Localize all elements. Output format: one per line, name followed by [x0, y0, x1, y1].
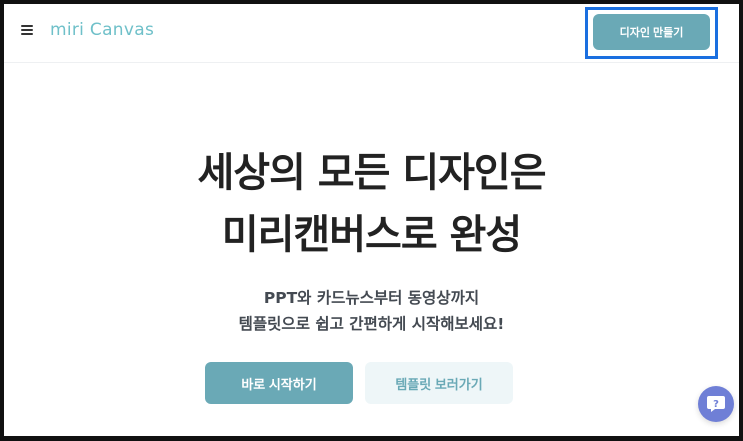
- hamburger-menu-icon[interactable]: [21, 25, 33, 35]
- logo-text: miri Canvas: [50, 20, 155, 40]
- view-templates-button[interactable]: 템플릿 보러가기: [365, 362, 513, 404]
- hero-subtitle-line-2: 템플릿으로 쉽고 간편하게 시작해보세요!: [238, 315, 505, 333]
- miricanvas-logo[interactable]: miri Canvas: [50, 19, 154, 41]
- help-question-icon: ?: [707, 396, 725, 412]
- svg-text:?: ?: [713, 399, 719, 410]
- hero-title-line-1: 세상의 모든 디자인은: [197, 150, 546, 196]
- hero-title-line-2: 미리캔버스로 완성: [221, 212, 522, 258]
- app-window: miri Canvas 디자인 만들기 세상의 모든 디자인은 미리캔버스로 완…: [0, 0, 743, 441]
- start-now-button[interactable]: 바로 시작하기: [205, 362, 353, 404]
- hero-title: 세상의 모든 디자인은 미리캔버스로 완성: [4, 142, 739, 266]
- hero-subtitle: PPT와 카드뉴스부터 동영상까지 템플릿으로 쉽고 간편하게 시작해보세요!: [4, 285, 739, 337]
- help-chat-button[interactable]: ?: [698, 386, 734, 422]
- create-design-button[interactable]: 디자인 만들기: [593, 14, 710, 50]
- hero-subtitle-line-1: PPT와 카드뉴스부터 동영상까지: [263, 289, 480, 307]
- top-navigation-bar: miri Canvas 디자인 만들기: [4, 4, 739, 63]
